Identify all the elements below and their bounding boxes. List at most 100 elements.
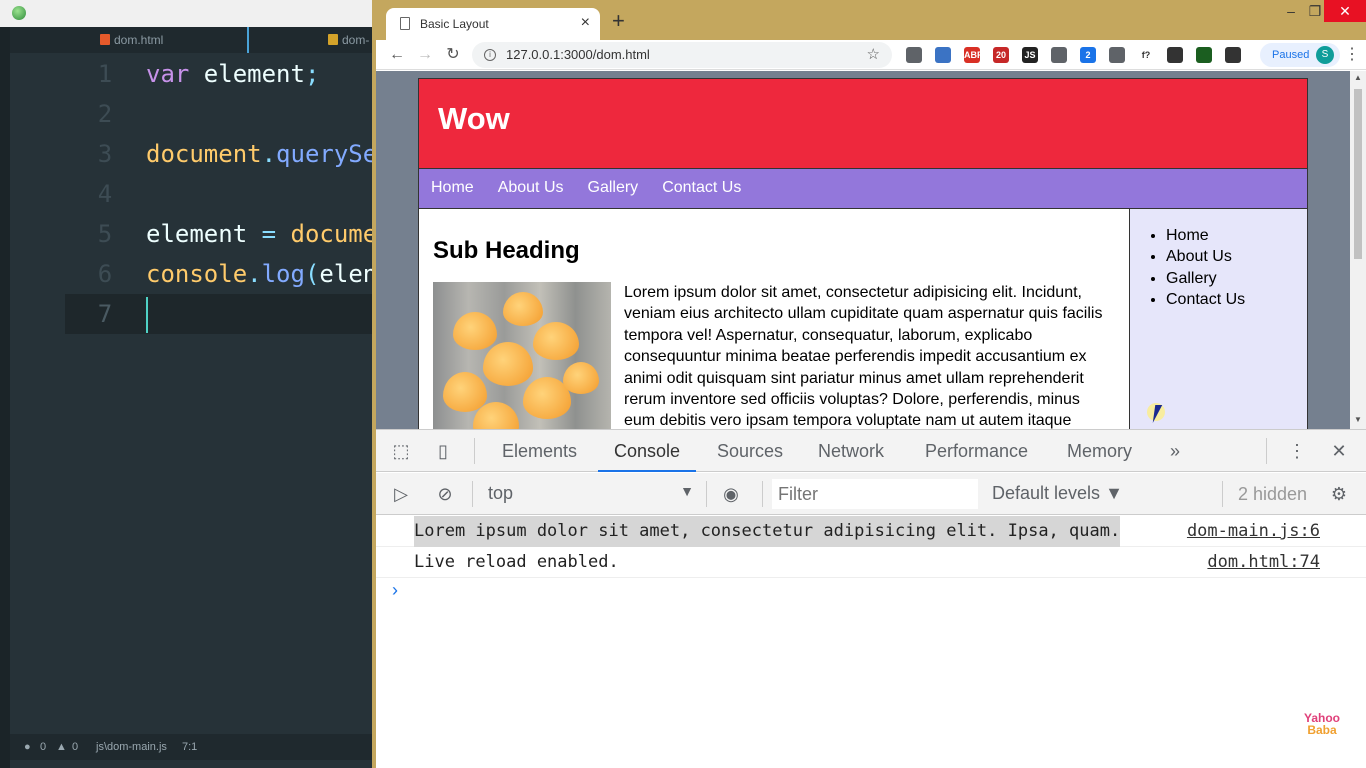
live-expression-eye-icon[interactable]: ◉	[720, 483, 742, 505]
error-count[interactable]: 0	[40, 734, 46, 760]
app-logo-icon	[12, 6, 26, 20]
warning-icon[interactable]: ▲	[56, 734, 67, 760]
devtools-menu-icon[interactable]: ⋮	[1286, 440, 1308, 462]
browser-window: Basic Layout × + – ❐ ✕ ← → ↻ i 127.0.0.1…	[372, 0, 1366, 768]
error-icon[interactable]: ●	[24, 734, 31, 760]
new-tab-button[interactable]: +	[612, 10, 625, 32]
code-area[interactable]: 1 var element; 2 3 document.querySe 4 5 …	[10, 54, 380, 334]
code-line-active: 7	[65, 294, 380, 334]
console-message: Live reload enabled. dom.html:74	[376, 547, 1366, 578]
info-icon[interactable]: i	[484, 49, 496, 61]
console-source-link[interactable]: dom.html:74	[1207, 547, 1320, 578]
devtools-tab-bar: ⬚ ▯ Elements Console Sources Network Per…	[376, 430, 1366, 472]
device-toolbar-icon[interactable]: ▯	[432, 440, 454, 462]
scroll-down-icon[interactable]: ▼	[1354, 415, 1362, 424]
tab-performance[interactable]: Performance	[925, 430, 1028, 472]
close-tab-icon[interactable]: ×	[581, 14, 590, 32]
editor-tab-dom-main[interactable]: dom-	[328, 27, 369, 53]
tab-console[interactable]: Console	[598, 430, 697, 472]
html-file-icon	[100, 34, 110, 45]
console-source-link[interactable]: dom-main.js:6	[1187, 516, 1320, 547]
more-tabs-icon[interactable]: »	[1164, 440, 1186, 462]
watermark-logo: Yahoo Baba	[1304, 712, 1340, 736]
sidebar-link-home[interactable]: Home	[1166, 225, 1307, 246]
page-scrollbar[interactable]: ▲ ▼	[1350, 71, 1366, 429]
close-window-button[interactable]: ✕	[1324, 0, 1366, 22]
extension-icon[interactable]: f?	[1138, 47, 1154, 63]
extension-icon[interactable]: ABP	[964, 47, 983, 63]
console-prompt[interactable]: ›	[392, 580, 398, 601]
lorem-paragraph: Lorem ipsum dolor sit amet, consectetur …	[624, 284, 1103, 429]
extension-icon[interactable]	[1167, 47, 1183, 63]
context-select[interactable]: top ▼	[488, 483, 694, 507]
sidebar-link-gallery[interactable]: Gallery	[1166, 268, 1307, 289]
extension-icon[interactable]: JS	[1022, 47, 1038, 63]
sidebar-link-contact[interactable]: Contact Us	[1166, 289, 1307, 310]
tab-memory[interactable]: Memory	[1067, 430, 1132, 472]
code-line: 3 document.querySe	[10, 134, 380, 174]
profile-button[interactable]: Paused S	[1260, 43, 1340, 67]
address-bar[interactable]: i 127.0.0.1:3000/dom.html ☆	[472, 42, 892, 68]
extension-icon[interactable]	[1196, 47, 1212, 63]
nav-link-about[interactable]: About Us	[498, 169, 564, 207]
editor-tab-dom-html[interactable]: dom.html	[100, 27, 163, 53]
file-path[interactable]: js\dom-main.js	[96, 734, 167, 760]
global-object: document	[146, 140, 262, 168]
web-page: Wow Home About Us Gallery Contact Us Sub He…	[418, 78, 1308, 429]
warning-count[interactable]: 0	[72, 734, 78, 760]
global-object: docume	[276, 220, 378, 248]
log-levels-select[interactable]: Default levels ▼	[992, 483, 1123, 504]
line-number: 6	[97, 260, 113, 288]
punctuation: .	[247, 260, 262, 288]
code-line: 2	[10, 94, 380, 134]
line-number: 4	[97, 180, 113, 208]
console-message: Lorem ipsum dolor sit amet, consectetur …	[376, 516, 1366, 547]
cursor-position[interactable]: 7:1	[182, 734, 197, 760]
extension-icon[interactable]: 2	[1080, 47, 1096, 63]
extension-icon[interactable]	[1225, 47, 1241, 63]
hidden-messages-count: 2 hidden	[1238, 484, 1308, 504]
close-devtools-icon[interactable]: ✕	[1328, 440, 1350, 462]
nav-link-contact[interactable]: Contact Us	[662, 169, 741, 207]
line-number: 7	[97, 300, 113, 328]
console-filter-input[interactable]	[772, 479, 978, 509]
nav-link-gallery[interactable]: Gallery	[588, 169, 639, 207]
reload-button[interactable]: ↻	[442, 44, 464, 66]
nav-link-home[interactable]: Home	[431, 169, 474, 207]
code-editor: dom.html dom- 1 var element; 2 3 documen…	[0, 0, 380, 768]
keyword: var	[146, 60, 190, 88]
sidebar-toggle-icon[interactable]: ▷	[390, 483, 412, 505]
tab-elements[interactable]: Elements	[502, 430, 577, 472]
inspect-element-icon[interactable]: ⬚	[390, 440, 412, 462]
site-nav: Home About Us Gallery Contact Us	[419, 168, 1307, 209]
extension-icon[interactable]	[935, 47, 951, 63]
divider	[762, 481, 763, 507]
browser-toolbar: ← → ↻ i 127.0.0.1:3000/dom.html ☆ ABP 20 J…	[376, 40, 1366, 70]
extension-icon[interactable]	[1109, 47, 1125, 63]
console-settings-gear-icon[interactable]: ⚙	[1328, 483, 1350, 505]
scroll-thumb[interactable]	[1354, 89, 1362, 259]
clear-console-icon[interactable]: ⊘	[434, 483, 456, 505]
identifier: element	[189, 60, 305, 88]
tab-network[interactable]: Network	[818, 430, 884, 472]
code-line: 1 var element;	[10, 54, 380, 94]
punctuation: ;	[304, 60, 320, 88]
page-icon	[400, 17, 410, 30]
extension-icon[interactable]	[1051, 47, 1067, 63]
sidebar-link-about[interactable]: About Us	[1166, 246, 1307, 267]
identifier: elen	[319, 260, 378, 288]
bookmark-star-icon[interactable]: ☆	[867, 42, 880, 68]
back-button[interactable]: ←	[386, 44, 408, 66]
tab-strip: Basic Layout × + – ❐ ✕	[376, 0, 1366, 40]
scroll-up-icon[interactable]: ▲	[1354, 73, 1362, 82]
code-text: console.log(elen	[146, 254, 377, 294]
browser-tab[interactable]: Basic Layout ×	[386, 8, 600, 40]
extension-icon[interactable]: 20	[993, 47, 1009, 63]
divider	[706, 481, 707, 507]
extension-icon[interactable]	[906, 47, 922, 63]
tab-sources[interactable]: Sources	[717, 430, 783, 472]
forward-button[interactable]: →	[414, 44, 436, 66]
log-levels-label: Default levels	[992, 483, 1101, 503]
browser-menu-icon[interactable]: ⋮	[1344, 44, 1360, 64]
code-line: 5 element = docume	[10, 214, 380, 254]
